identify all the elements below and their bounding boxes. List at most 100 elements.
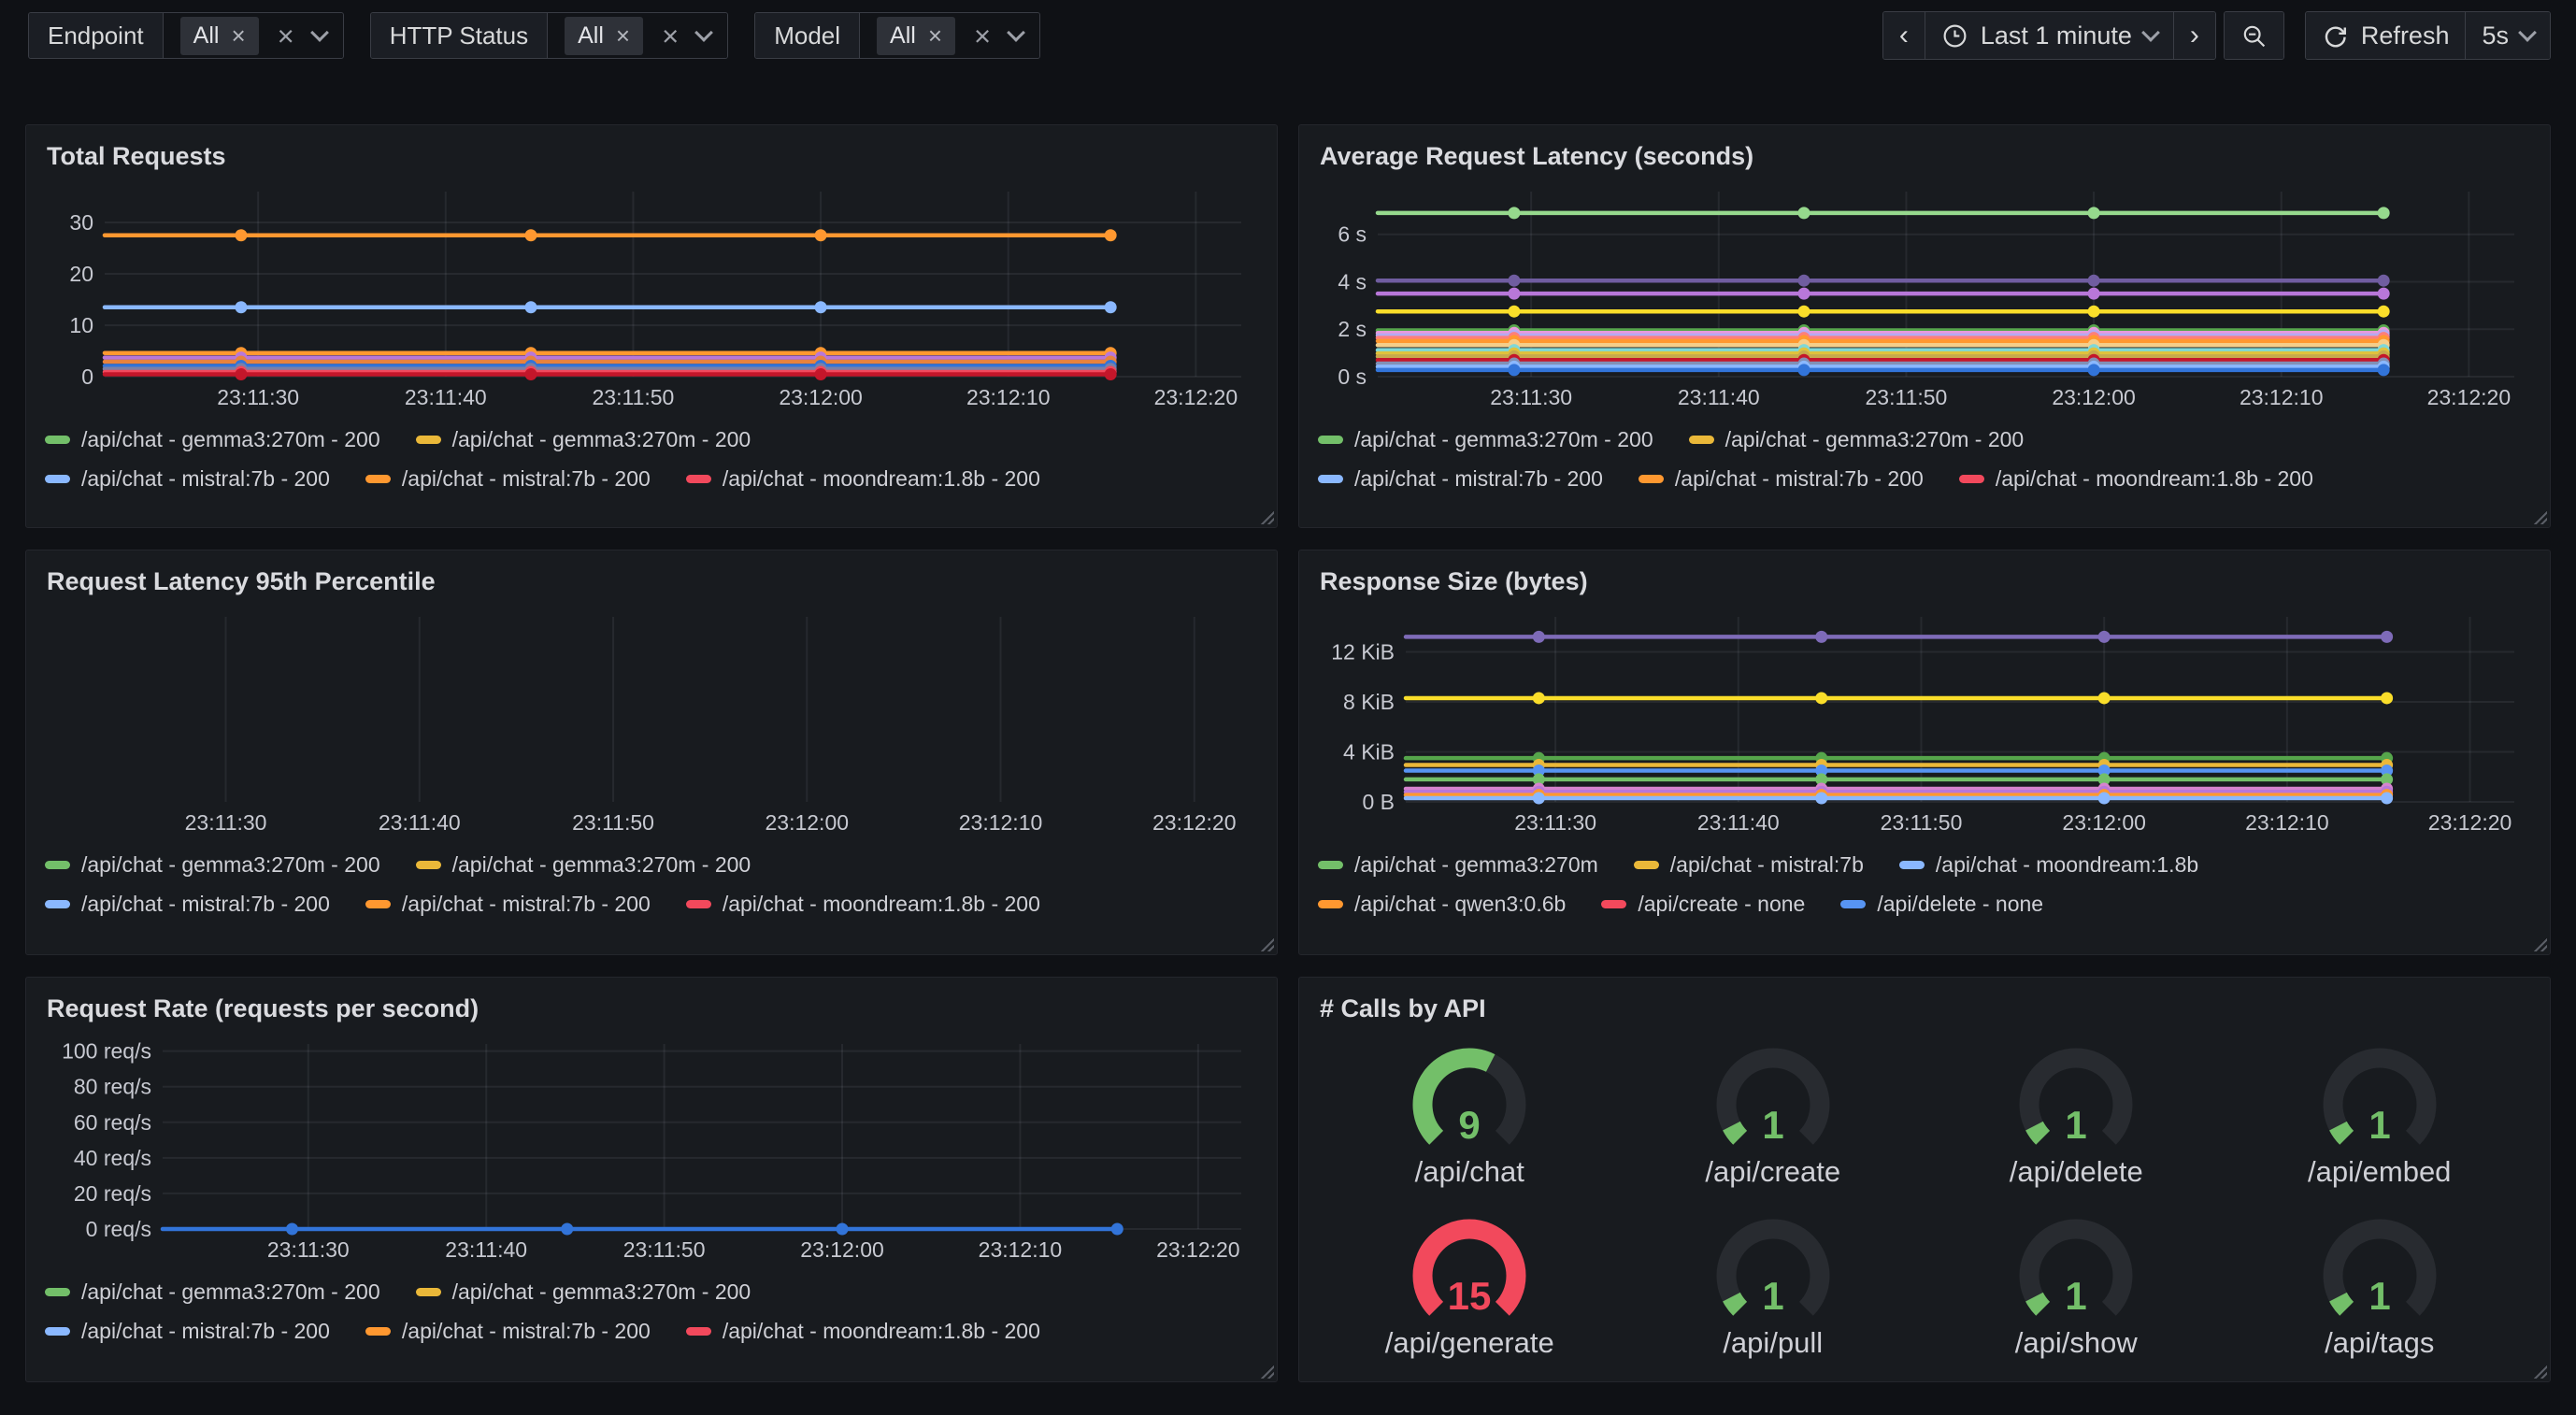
filter-chip[interactable]: All × xyxy=(565,17,643,55)
filter-clear-icon[interactable]: × xyxy=(662,21,679,50)
gauge-api-tags[interactable]: 1/api/tags xyxy=(2228,1202,2532,1373)
time-shift-back-button[interactable]: ‹ xyxy=(1883,12,1925,59)
panel-title[interactable]: Response Size (bytes) xyxy=(1320,567,2531,596)
chart-canvas[interactable]: 0 s2 s4 s6 s23:11:3023:11:4023:11:5023:1… xyxy=(1318,184,2531,412)
time-shift-forward-button[interactable]: › xyxy=(2174,12,2215,59)
gauge-label: /api/chat xyxy=(1415,1155,1524,1189)
y-axis-tick: 4 KiB xyxy=(1343,739,1395,764)
legend-swatch-icon xyxy=(365,1327,391,1336)
gauge-api-chat[interactable]: 9/api/chat xyxy=(1318,1031,1622,1202)
chevron-down-icon[interactable] xyxy=(1007,23,1025,42)
legend-item[interactable]: /api/chat - mistral:7b - 200 xyxy=(1318,466,1603,492)
panel-resize-handle[interactable] xyxy=(2533,937,2547,951)
chart-canvas[interactable]: 0 req/s20 req/s40 req/s60 req/s80 req/s1… xyxy=(45,1036,1258,1265)
legend-item[interactable]: /api/chat - mistral:7b - 200 xyxy=(45,1319,330,1344)
panel-resize-handle[interactable] xyxy=(2533,1365,2547,1379)
filter-model: Model All × × xyxy=(754,12,1040,59)
legend-item[interactable]: /api/chat - gemma3:270m - 200 xyxy=(1318,427,1653,452)
panel-resize-handle[interactable] xyxy=(1260,510,1274,524)
gauge-api-show[interactable]: 1/api/show xyxy=(1925,1202,2228,1373)
gauge-value: 1 xyxy=(1762,1274,1783,1318)
filter-chip[interactable]: All × xyxy=(877,17,955,55)
x-axis-tick: 23:11:40 xyxy=(1697,810,1780,835)
chart-legend: /api/chat - gemma3:270m/api/chat - mistr… xyxy=(1318,845,2531,923)
timeseries-chart[interactable]: 23:11:3023:11:4023:11:5023:12:0023:12:10… xyxy=(45,609,1258,837)
legend-item[interactable]: /api/delete - none xyxy=(1840,892,2043,917)
chart-legend: /api/chat - gemma3:270m - 200/api/chat -… xyxy=(45,1272,1258,1351)
gauge-api-embed[interactable]: 1/api/embed xyxy=(2228,1031,2532,1202)
legend-item[interactable]: /api/chat - gemma3:270m - 200 xyxy=(45,852,380,878)
panel-resize-handle[interactable] xyxy=(2533,510,2547,524)
filter-model-value[interactable]: All × × xyxy=(860,13,1039,58)
filter-endpoint-value[interactable]: All × × xyxy=(164,13,343,58)
legend-item[interactable]: /api/chat - mistral:7b - 200 xyxy=(1639,466,1924,492)
legend-label: /api/chat - gemma3:270m - 200 xyxy=(452,1279,751,1305)
filter-clear-icon[interactable]: × xyxy=(278,21,294,50)
panel-resize-handle[interactable] xyxy=(1260,1365,1274,1379)
gauge-value: 1 xyxy=(2066,1103,2087,1147)
legend-item[interactable]: /api/chat - moondream:1.8b - 200 xyxy=(1959,466,2313,492)
panel-title[interactable]: # Calls by API xyxy=(1320,994,2531,1023)
timeseries-chart[interactable]: 0 B4 KiB8 KiB12 KiB23:11:3023:11:4023:11… xyxy=(1318,609,2531,837)
x-axis-tick: 23:11:30 xyxy=(267,1237,350,1262)
legend-item[interactable]: /api/create - none xyxy=(1601,892,1805,917)
panel-title[interactable]: Average Request Latency (seconds) xyxy=(1320,142,2531,171)
legend-swatch-icon xyxy=(365,475,391,483)
chevron-down-icon[interactable] xyxy=(694,23,713,42)
chip-remove-icon[interactable]: × xyxy=(616,23,630,48)
legend-item[interactable]: /api/chat - gemma3:270m - 200 xyxy=(416,427,751,452)
legend-label: /api/chat - gemma3:270m - 200 xyxy=(81,427,380,452)
legend-swatch-icon xyxy=(416,861,441,869)
legend-item[interactable]: /api/chat - mistral:7b - 200 xyxy=(45,892,330,917)
legend-label: /api/chat - gemma3:270m xyxy=(1354,852,1598,878)
gauge-value: 1 xyxy=(1762,1103,1783,1147)
y-axis-tick: 12 KiB xyxy=(1331,639,1395,664)
refresh-interval-button[interactable]: 5s xyxy=(2466,12,2550,59)
legend-item[interactable]: /api/chat - moondream:1.8b - 200 xyxy=(686,466,1040,492)
filter-chip-text: All xyxy=(578,22,604,50)
filter-clear-icon[interactable]: × xyxy=(974,21,991,50)
filter-chip[interactable]: All × xyxy=(180,17,259,55)
legend-row: /api/chat - qwen3:0.6b/api/create - none… xyxy=(1318,884,2531,923)
legend-item[interactable]: /api/chat - mistral:7b - 200 xyxy=(365,892,651,917)
gauge-api-create[interactable]: 1/api/create xyxy=(1622,1031,1925,1202)
legend-item[interactable]: /api/chat - gemma3:270m - 200 xyxy=(1689,427,2025,452)
time-range-picker-button[interactable]: Last 1 minute xyxy=(1925,12,2174,59)
gauge-api-generate[interactable]: 15/api/generate xyxy=(1318,1202,1622,1373)
legend-label: /api/chat - mistral:7b - 200 xyxy=(402,1319,651,1344)
legend-item[interactable]: /api/chat - mistral:7b - 200 xyxy=(365,1319,651,1344)
panel-title[interactable]: Request Rate (requests per second) xyxy=(47,994,1258,1023)
legend-item[interactable]: /api/chat - gemma3:270m - 200 xyxy=(416,1279,751,1305)
legend-item[interactable]: /api/chat - moondream:1.8b xyxy=(1899,852,2198,878)
legend-item[interactable]: /api/chat - gemma3:270m - 200 xyxy=(45,427,380,452)
chart-canvas[interactable]: 0 B4 KiB8 KiB12 KiB23:11:3023:11:4023:11… xyxy=(1318,609,2531,837)
timeseries-chart[interactable]: 0 req/s20 req/s40 req/s60 req/s80 req/s1… xyxy=(45,1036,1258,1265)
legend-item[interactable]: /api/chat - qwen3:0.6b xyxy=(1318,892,1566,917)
gauge-api-pull[interactable]: 1/api/pull xyxy=(1622,1202,1925,1373)
y-axis-tick: 0 xyxy=(81,364,93,389)
chart-canvas[interactable]: 23:11:3023:11:4023:11:5023:12:0023:12:10… xyxy=(45,609,1258,837)
panel-title[interactable]: Request Latency 95th Percentile xyxy=(47,567,1258,596)
timeseries-chart[interactable]: 0 s2 s4 s6 s23:11:3023:11:4023:11:5023:1… xyxy=(1318,184,2531,412)
legend-item[interactable]: /api/chat - gemma3:270m xyxy=(1318,852,1598,878)
panel-title[interactable]: Total Requests xyxy=(47,142,1258,171)
chevron-down-icon[interactable] xyxy=(310,23,329,42)
chart-canvas[interactable]: 010203023:11:3023:11:4023:11:5023:12:002… xyxy=(45,184,1258,412)
chip-remove-icon[interactable]: × xyxy=(928,23,942,48)
gauge-api-delete[interactable]: 1/api/delete xyxy=(1925,1031,2228,1202)
timeseries-chart[interactable]: 010203023:11:3023:11:4023:11:5023:12:002… xyxy=(45,184,1258,412)
legend-item[interactable]: /api/chat - moondream:1.8b - 200 xyxy=(686,1319,1040,1344)
legend-item[interactable]: /api/chat - mistral:7b - 200 xyxy=(365,466,651,492)
legend-item[interactable]: /api/chat - mistral:7b - 200 xyxy=(45,466,330,492)
legend-item[interactable]: /api/chat - mistral:7b xyxy=(1634,852,1864,878)
legend-item[interactable]: /api/chat - gemma3:270m - 200 xyxy=(45,1279,380,1305)
legend-item[interactable]: /api/chat - moondream:1.8b - 200 xyxy=(686,892,1040,917)
panel-resize-handle[interactable] xyxy=(1260,937,1274,951)
legend-item[interactable]: /api/chat - gemma3:270m - 200 xyxy=(416,852,751,878)
x-axis-tick: 23:11:30 xyxy=(1514,810,1596,835)
refresh-button[interactable]: Refresh xyxy=(2306,12,2467,59)
zoom-out-button[interactable] xyxy=(2225,12,2283,59)
chip-remove-icon[interactable]: × xyxy=(231,23,245,48)
filter-http-status-value[interactable]: All × × xyxy=(548,13,727,58)
legend-label: /api/chat - gemma3:270m - 200 xyxy=(1725,427,2025,452)
